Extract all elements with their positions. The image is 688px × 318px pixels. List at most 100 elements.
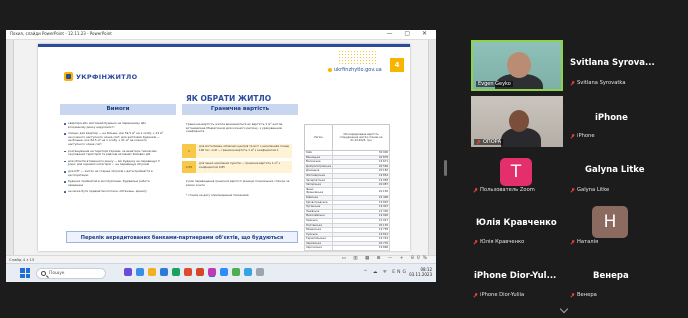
window-controls[interactable]: — ▢ ✕ (386, 30, 432, 37)
price-row: 1 для міста Києва, обласних центрів та м… (182, 144, 292, 158)
person-face (509, 110, 529, 132)
gallery-splitter[interactable] (444, 160, 447, 176)
value-cell: 20 156 (332, 186, 390, 196)
price-coefficient: 1 (182, 144, 196, 158)
participant-subname: Galyna Litke (570, 187, 609, 193)
powerpoint-titlebar: Похил, слайди PowerPoint - 12.11.23 - Po… (6, 30, 436, 40)
participant-name-label: ОПОРА (474, 139, 504, 145)
participant-name: Svitlana Syrova... (570, 58, 655, 68)
mic-off-icon (570, 187, 575, 193)
participant-video-evgen[interactable]: Evgen Geyko (471, 40, 563, 91)
table-row: Івано-Франківська 20 156 (303, 186, 390, 196)
brand-logo: УКРФІНЖИТЛО (64, 72, 137, 81)
taskbar-search[interactable]: Пошук (36, 268, 106, 279)
requirements-list: квартира або житловий будинок на первинн… (64, 121, 164, 197)
system-tray[interactable]: ^ ☁ ᯤ ENG (364, 269, 408, 275)
app-icon[interactable] (160, 268, 168, 276)
accredited-objects-banner[interactable]: Перелік акредитованих банками-партнерами… (66, 231, 298, 243)
requirement-item: розташування на території України, за ви… (64, 149, 164, 157)
house-icon (64, 72, 73, 81)
participant-name: iPhone (595, 113, 628, 123)
zoom-icon[interactable] (220, 268, 228, 276)
mic-off-icon (476, 139, 481, 145)
windows-start-icon[interactable] (20, 268, 30, 278)
slide-heading: ЯК ОБРАТИ ЖИТЛО (186, 94, 272, 103)
price-header: Гранична вартість (182, 104, 298, 115)
participant-subname: Svitlana Syrovatka (570, 80, 626, 86)
participant-name: Юлія Кравченко (476, 218, 557, 228)
windows-taskbar: Пошук ^ ☁ ᯤ ENG 08:12 03.11.2023 (6, 263, 436, 282)
powerpoint-workspace: УКРФІНЖИТЛО ukrfinzhytlo.gov.ua 4 ЯК ОБР… (6, 40, 436, 255)
brand-logo-text: УКРФІНЖИТЛО (76, 72, 138, 81)
participant-subname: Наталія (570, 239, 598, 245)
website-label: ukrfinzhytlo.gov.ua (328, 67, 382, 73)
powerpoint-status-bar: Слайд 4 з 15 ▭ ▥ ▦ ⊞ — + 80% (6, 255, 436, 263)
participant-name: Венера (593, 271, 629, 281)
participant-video-opora[interactable]: ОПОРА (471, 96, 563, 147)
slide-top-band (38, 44, 410, 47)
price-intro: Гранична вартість житла визначається як … (186, 122, 284, 134)
app-icon[interactable] (232, 268, 240, 276)
slide-thumbnails-panel[interactable] (6, 40, 14, 255)
app-icon[interactable] (124, 268, 132, 276)
participant-subname: Пользователь Zoom (473, 187, 535, 193)
search-icon (41, 271, 46, 276)
mic-off-icon (570, 292, 575, 298)
price-coefficient: 0,85 (182, 161, 196, 173)
slide-counter: Слайд 4 з 15 (9, 257, 35, 262)
clock-date: 03.11.2023 (409, 272, 432, 277)
requirement-item: для ОТГ — житло не старше 10 років з дат… (64, 169, 164, 177)
region-price-table: Регіон Опосередкована вартість споруджен… (303, 124, 390, 251)
participant-subname: Венера (570, 292, 597, 298)
participant-avatar[interactable]: H (592, 206, 628, 238)
view-zoom-controls[interactable]: ▭ ▥ ▦ ⊞ — + 80% (342, 256, 430, 261)
participant-name-label: Evgen Geyko (476, 81, 513, 87)
table-header-region: Регіон (303, 124, 334, 151)
chevron-down-icon[interactable] (559, 304, 569, 314)
app-icon[interactable] (208, 268, 216, 276)
mic-off-icon (570, 80, 575, 86)
price-footnote: * станом на дату оприлюднення показників (186, 193, 249, 197)
requirement-item: квартира або житловий будинок на первинн… (64, 121, 164, 129)
website-text: ukrfinzhytlo.gov.ua (334, 67, 382, 73)
price-description: для міста Києва, обласних центрів та міс… (199, 144, 289, 152)
participant-name: Galyna Litke (585, 165, 645, 175)
mic-off-icon (570, 133, 575, 139)
taskbar-clock[interactable]: 08:12 03.11.2023 (409, 267, 432, 277)
search-placeholder: Пошук (49, 271, 65, 276)
requirement-item: не може бути предметом іпотеки, обтяжень… (64, 190, 164, 194)
globe-icon (328, 68, 332, 72)
shared-screen: Похил, слайди PowerPoint - 12.11.23 - Po… (6, 30, 436, 282)
price-row: 0,85 для інших населених пунктів — грани… (182, 161, 292, 173)
app-icon[interactable] (184, 268, 192, 276)
participant-subname: iPhone Dior-Yuliia (473, 292, 524, 298)
app-icon[interactable] (172, 268, 180, 276)
table-header-value: Опосередкована вартість спорудження житл… (332, 124, 390, 151)
app-icon[interactable] (256, 268, 264, 276)
participant-subname: Юлія Кравченко (473, 239, 524, 245)
price-description: для інших населених пунктів — гранична в… (199, 161, 280, 169)
region-cell: Івано-Франківська (303, 186, 334, 196)
powerpoint-icon[interactable] (196, 268, 204, 276)
taskbar-apps (124, 268, 264, 276)
zoom-window: Похил, слайди PowerPoint - 12.11.23 - Po… (0, 0, 688, 318)
mic-off-icon (473, 239, 478, 245)
window-title: Похил, слайди PowerPoint - 12.11.23 - Po… (10, 31, 112, 36)
participant-subname: iPhone (570, 133, 595, 139)
participant-name: iPhone Dior-Yul... (474, 271, 557, 281)
app-icon[interactable] (136, 268, 144, 276)
folder-icon[interactable] (148, 268, 156, 276)
mic-off-icon (473, 187, 478, 193)
requirement-item: для об'єктів вторинного ринку — вік буди… (64, 159, 164, 167)
requirement-item: площа: для квартир — не більше, ніж 52,5… (64, 131, 164, 146)
mic-off-icon (570, 239, 575, 245)
slide-number-badge: 4 (390, 58, 404, 72)
mic-off-icon (473, 292, 478, 298)
decorative-dots (338, 50, 378, 64)
vertical-scrollbar[interactable] (428, 40, 436, 255)
price-note: У разі перевищення граничної вартості рі… (186, 179, 290, 187)
slide: УКРФІНЖИТЛО ukrfinzhytlo.gov.ua 4 ЯК ОБР… (38, 44, 410, 251)
person-face (507, 52, 531, 78)
app-icon[interactable] (244, 268, 252, 276)
participant-avatar[interactable]: T (500, 158, 532, 186)
